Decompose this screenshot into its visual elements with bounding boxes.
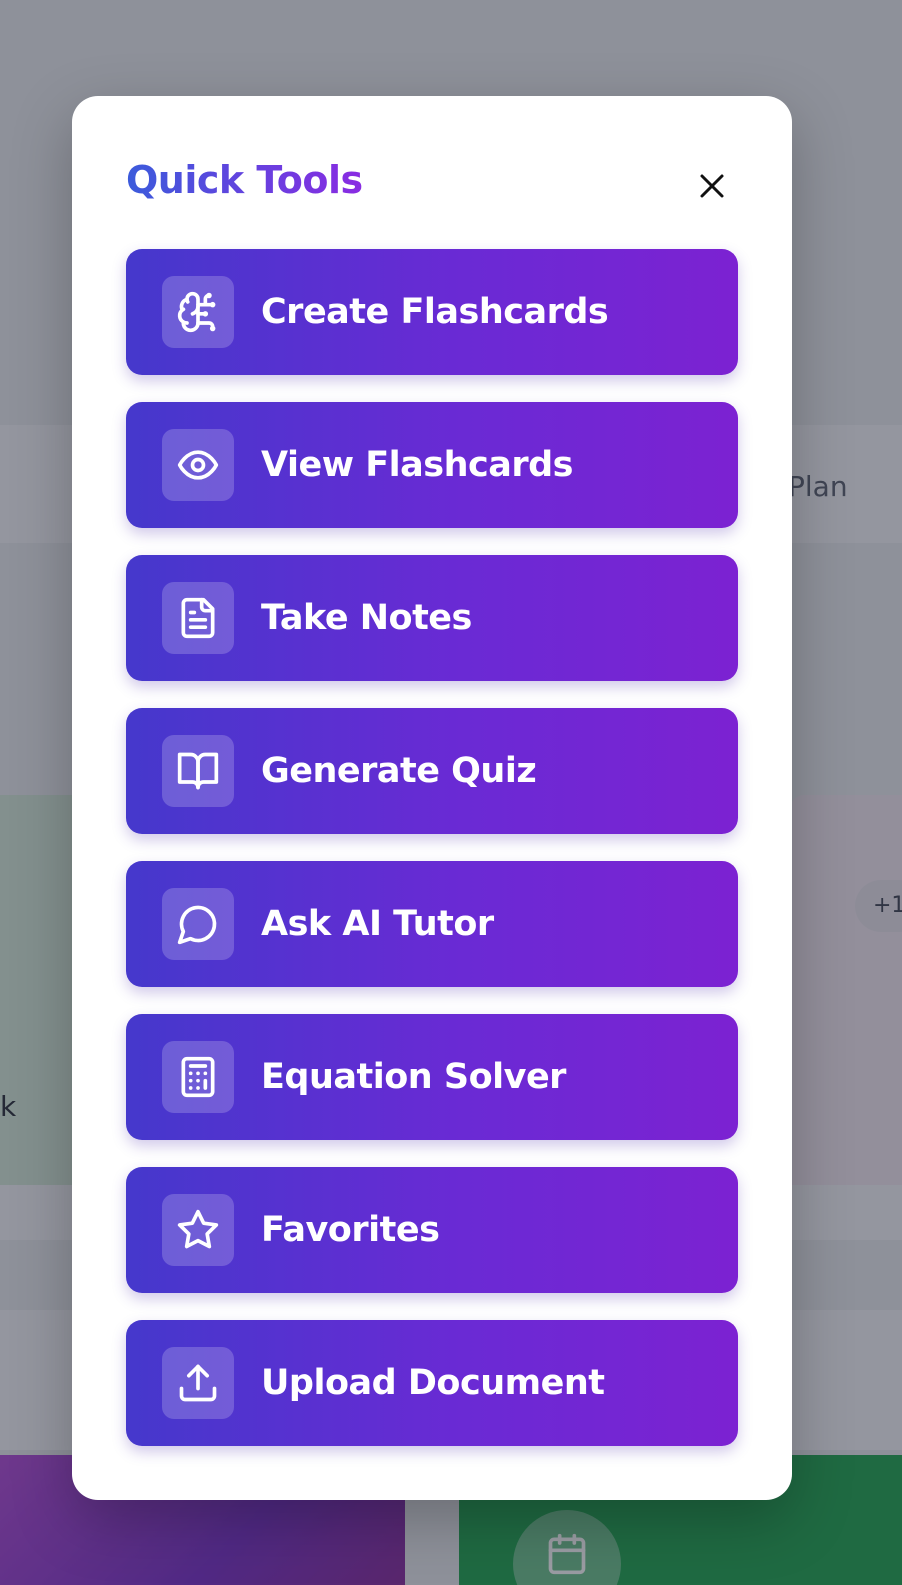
brain-icon bbox=[162, 276, 234, 348]
take-notes-button[interactable]: Take Notes bbox=[126, 555, 738, 681]
tool-list: Create Flashcards View Flashcards Take N… bbox=[126, 249, 738, 1446]
file-text-icon bbox=[162, 582, 234, 654]
tool-label: Generate Quiz bbox=[261, 751, 537, 791]
close-icon bbox=[700, 174, 724, 198]
tool-label: Upload Document bbox=[261, 1363, 605, 1403]
calculator-icon bbox=[162, 1041, 234, 1113]
view-flashcards-button[interactable]: View Flashcards bbox=[126, 402, 738, 528]
ask-ai-tutor-button[interactable]: Ask AI Tutor bbox=[126, 861, 738, 987]
tool-label: Favorites bbox=[261, 1210, 440, 1250]
message-circle-icon bbox=[162, 888, 234, 960]
book-open-icon bbox=[162, 735, 234, 807]
tool-label: Create Flashcards bbox=[261, 292, 609, 332]
tool-label: Take Notes bbox=[261, 598, 472, 638]
star-icon bbox=[162, 1194, 234, 1266]
tool-label: Equation Solver bbox=[261, 1057, 566, 1097]
modal-title: Quick Tools bbox=[126, 158, 363, 202]
upload-icon bbox=[162, 1347, 234, 1419]
favorites-button[interactable]: Favorites bbox=[126, 1167, 738, 1293]
tool-label: Ask AI Tutor bbox=[261, 904, 494, 944]
eye-icon bbox=[162, 429, 234, 501]
close-button[interactable] bbox=[692, 166, 732, 206]
upload-document-button[interactable]: Upload Document bbox=[126, 1320, 738, 1446]
create-flashcards-button[interactable]: Create Flashcards bbox=[126, 249, 738, 375]
generate-quiz-button[interactable]: Generate Quiz bbox=[126, 708, 738, 834]
equation-solver-button[interactable]: Equation Solver bbox=[126, 1014, 738, 1140]
quick-tools-modal: Quick Tools Create Flashcards View Flash… bbox=[72, 96, 792, 1500]
tool-label: View Flashcards bbox=[261, 445, 574, 485]
